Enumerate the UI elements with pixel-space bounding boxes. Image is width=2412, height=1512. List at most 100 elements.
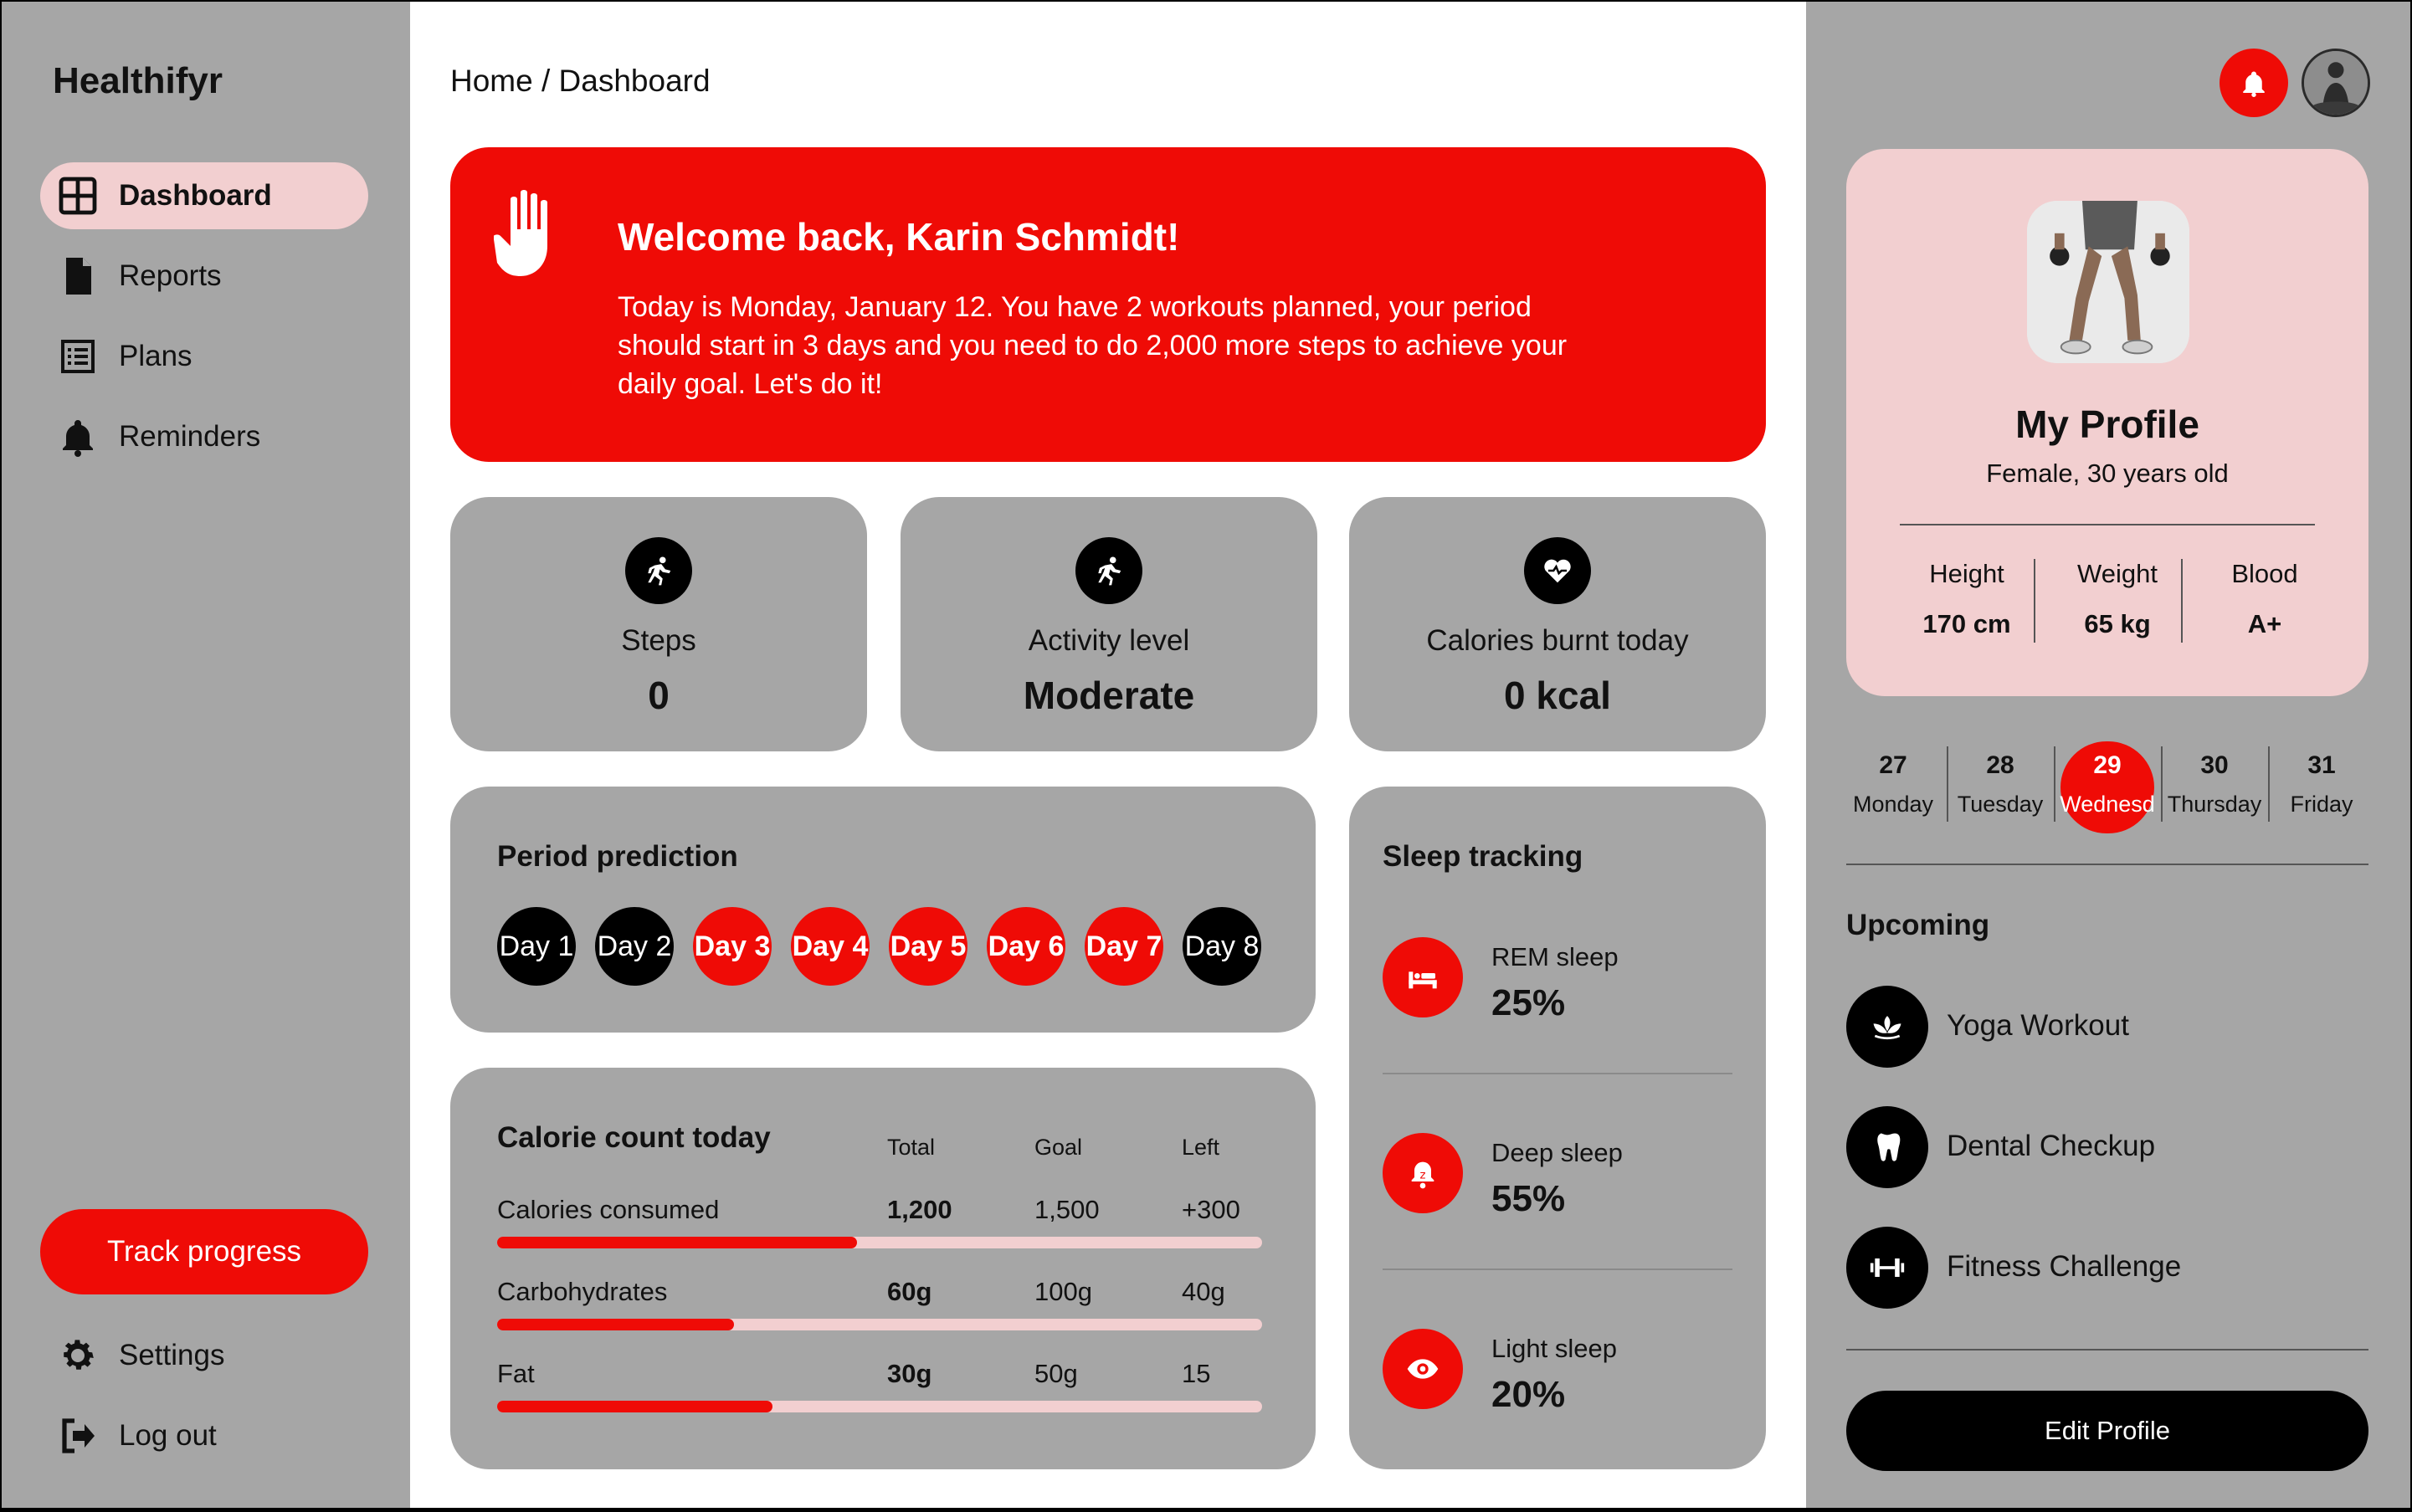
calorie-left: 15 bbox=[1182, 1359, 1211, 1388]
app-window: Healthifyr Dashboard Reports Plans Remin… bbox=[2, 2, 2410, 1508]
period-day[interactable]: Day 8 bbox=[1183, 907, 1261, 986]
period-day[interactable]: Day 1 bbox=[497, 907, 576, 986]
upcoming-label: Fitness Challenge bbox=[1947, 1250, 2182, 1283]
divider bbox=[2181, 559, 2183, 643]
sidebar-item-reports[interactable]: Reports bbox=[40, 243, 368, 310]
stat-label: Calories burnt today bbox=[1426, 624, 1689, 657]
settings-link[interactable]: Settings bbox=[40, 1322, 368, 1389]
breadcrumb: Home / Dashboard bbox=[450, 64, 711, 98]
edit-profile-button[interactable]: Edit Profile bbox=[1846, 1391, 2368, 1471]
sleep-value: 25% bbox=[1491, 982, 1566, 1023]
sleep-item-rem: REM sleep 25% bbox=[1383, 895, 1734, 1046]
stat-value: Moderate bbox=[1023, 674, 1195, 717]
calendar-day-name: Monday bbox=[1852, 792, 1934, 817]
upcoming-item-fitness[interactable]: Fitness Challenge bbox=[1846, 1227, 2348, 1309]
sleep-label: REM sleep bbox=[1491, 942, 1619, 971]
period-day-predicted[interactable]: Day 5 bbox=[889, 907, 967, 986]
column-header-goal: Goal bbox=[1034, 1135, 1083, 1160]
alarm-icon: z bbox=[1383, 1133, 1463, 1213]
progress-fill bbox=[497, 1237, 857, 1248]
period-day-predicted[interactable]: Day 3 bbox=[693, 907, 772, 986]
calorie-left: 40g bbox=[1182, 1277, 1225, 1306]
column-header-left: Left bbox=[1182, 1135, 1220, 1160]
upcoming-label: Yoga Workout bbox=[1947, 1009, 2129, 1042]
sleep-label: Deep sleep bbox=[1491, 1138, 1623, 1167]
sidebar-item-reminders[interactable]: Reminders bbox=[40, 403, 368, 470]
sidebar-item-dashboard[interactable]: Dashboard bbox=[40, 162, 368, 229]
notifications-button[interactable] bbox=[2220, 49, 2288, 117]
sleep-value: 20% bbox=[1491, 1374, 1566, 1415]
dashboard-grid-icon bbox=[54, 172, 102, 220]
heart-pulse-icon bbox=[1524, 537, 1591, 604]
divider bbox=[1846, 864, 2368, 865]
welcome-banner: Welcome back, Karin Schmidt! Today is Mo… bbox=[450, 147, 1766, 462]
upcoming-item-yoga[interactable]: Yoga Workout bbox=[1846, 986, 2348, 1068]
calorie-total: 1,200 bbox=[887, 1195, 952, 1224]
profile-stat-weight: Weight 65 kg bbox=[2044, 559, 2191, 639]
calorie-goal: 50g bbox=[1034, 1359, 1078, 1388]
calorie-row-label: Carbohydrates bbox=[497, 1277, 668, 1306]
calendar-day[interactable]: 27 Monday bbox=[1840, 741, 1947, 833]
period-day[interactable]: Day 2 bbox=[595, 907, 674, 986]
sleep-tracking-card: Sleep tracking REM sleep 25% z Deep slee… bbox=[1349, 787, 1766, 1469]
sleep-item-deep: z Deep sleep 55% bbox=[1383, 1091, 1734, 1242]
logout-icon bbox=[54, 1412, 102, 1460]
progress-fill bbox=[497, 1401, 773, 1412]
logout-link[interactable]: Log out bbox=[40, 1402, 368, 1469]
lotus-icon bbox=[1846, 986, 1928, 1068]
stat-label: Height bbox=[1929, 559, 2004, 588]
calendar-day-name: Wednesd bbox=[2060, 792, 2155, 817]
profile-subtitle: Female, 30 years old bbox=[1986, 459, 2229, 488]
sidebar-item-label: Reminders bbox=[119, 420, 261, 453]
progress-fill bbox=[497, 1319, 735, 1330]
upcoming-item-dental[interactable]: Dental Checkup bbox=[1846, 1106, 2348, 1188]
sidebar: Healthifyr Dashboard Reports Plans Remin… bbox=[2, 2, 410, 1508]
sleep-value: 55% bbox=[1491, 1178, 1566, 1219]
calendar-day-number: 28 bbox=[1986, 751, 2014, 779]
period-day-predicted[interactable]: Day 7 bbox=[1085, 907, 1163, 986]
steps-card: Steps 0 bbox=[450, 497, 867, 751]
calendar-day[interactable]: 28 Tuesday bbox=[1947, 741, 2054, 833]
running-icon bbox=[1075, 537, 1142, 604]
stat-value: 170 cm bbox=[1922, 609, 2011, 638]
period-day-predicted[interactable]: Day 6 bbox=[987, 907, 1065, 986]
progress-bar bbox=[497, 1401, 1262, 1412]
main-content: Home / Dashboard Welcome back, Karin Sch… bbox=[410, 2, 1806, 1508]
calendar-day-name: Thursday bbox=[2167, 792, 2262, 817]
stat-label: Blood bbox=[2231, 559, 2298, 588]
divider bbox=[1383, 1073, 1732, 1074]
sleep-title: Sleep tracking bbox=[1383, 840, 1583, 873]
user-avatar[interactable] bbox=[2302, 49, 2370, 117]
bed-icon bbox=[1383, 937, 1463, 1017]
calorie-goal: 100g bbox=[1034, 1277, 1092, 1306]
sleep-label: Light sleep bbox=[1491, 1334, 1617, 1363]
bell-icon bbox=[54, 413, 102, 461]
divider bbox=[1383, 1269, 1732, 1270]
calorie-total: 60g bbox=[887, 1277, 932, 1306]
gear-icon bbox=[54, 1331, 102, 1380]
calorie-row-label: Fat bbox=[497, 1359, 535, 1388]
tooth-icon bbox=[1846, 1106, 1928, 1188]
calendar-day[interactable]: 31 Friday bbox=[2268, 741, 2375, 833]
upcoming-label: Dental Checkup bbox=[1947, 1130, 2156, 1162]
progress-bar bbox=[497, 1237, 1262, 1248]
calendar-day-number: 31 bbox=[2307, 751, 2336, 779]
eye-icon bbox=[1383, 1329, 1463, 1409]
upcoming-title: Upcoming bbox=[1846, 909, 1990, 941]
calorie-total: 30g bbox=[887, 1359, 932, 1388]
app-logo: Healthifyr bbox=[53, 60, 223, 101]
calorie-left: +300 bbox=[1182, 1195, 1240, 1224]
profile-stat-blood: Blood A+ bbox=[2191, 559, 2338, 639]
track-progress-button[interactable]: Track progress bbox=[40, 1209, 368, 1294]
period-title: Period prediction bbox=[497, 840, 738, 873]
calendar-day-selected[interactable]: 29 Wednesd bbox=[2054, 741, 2161, 833]
right-panel: My Profile Female, 30 years old Height 1… bbox=[1806, 2, 2410, 1508]
divider bbox=[1900, 524, 2315, 525]
svg-text:z: z bbox=[1420, 1170, 1426, 1182]
calendar-day[interactable]: 30 Thursday bbox=[2161, 741, 2268, 833]
calendar-day-number: 30 bbox=[2200, 751, 2229, 779]
calendar-day-name: Tuesday bbox=[1957, 792, 2044, 817]
period-day-predicted[interactable]: Day 4 bbox=[791, 907, 870, 986]
sidebar-item-plans[interactable]: Plans bbox=[40, 323, 368, 390]
hand-wave-icon bbox=[494, 190, 547, 276]
